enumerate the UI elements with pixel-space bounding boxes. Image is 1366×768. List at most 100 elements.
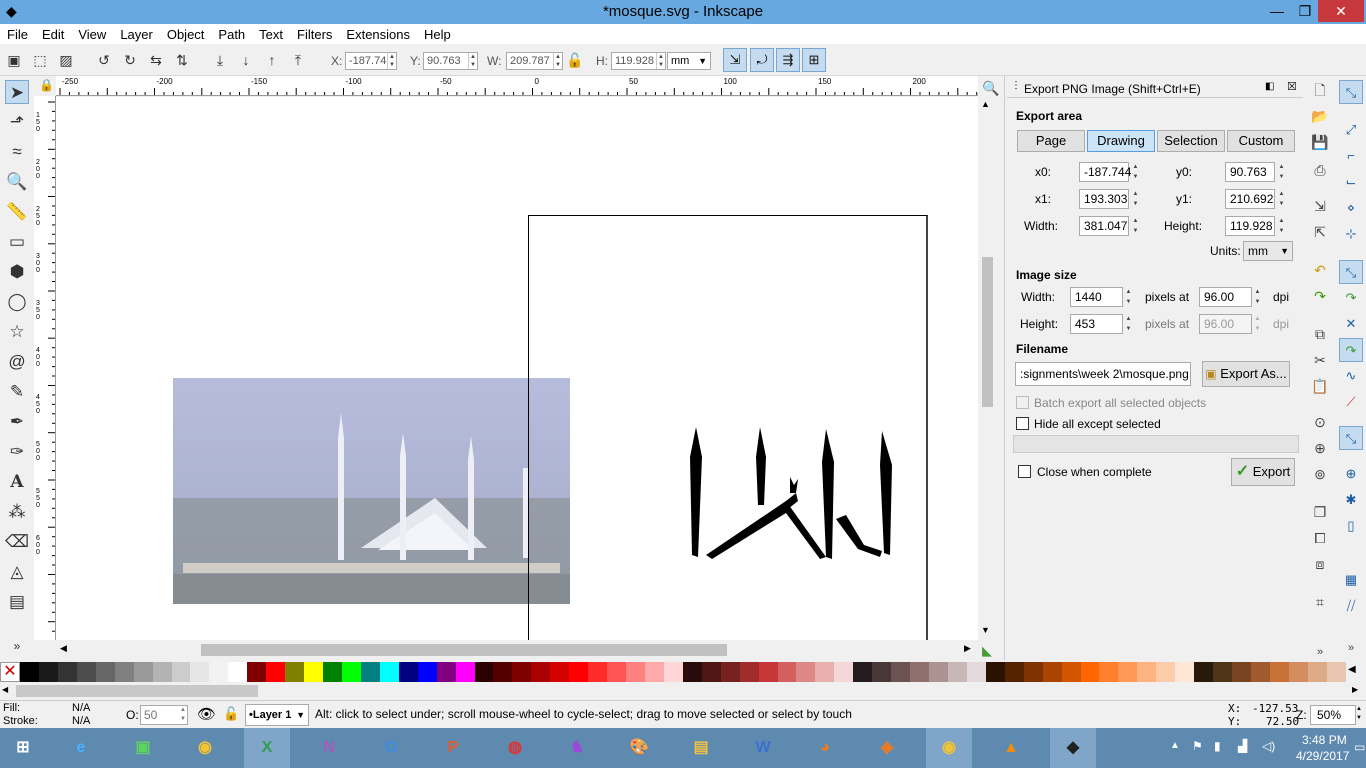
- tweak-tool-icon[interactable]: ≈: [5, 140, 29, 164]
- palette-swatch[interactable]: [1061, 662, 1081, 682]
- palette-swatch[interactable]: [1232, 662, 1251, 682]
- snap-page-icon[interactable]: ▦: [1339, 568, 1363, 592]
- palette-swatch[interactable]: [626, 662, 645, 682]
- palette-swatch[interactable]: [474, 662, 494, 682]
- snap-midpoint-icon[interactable]: ⟋: [1339, 390, 1363, 414]
- copy-icon[interactable]: ⧉: [1310, 324, 1330, 344]
- palette-swatch[interactable]: [739, 662, 759, 682]
- selector-tool-icon[interactable]: ➤: [5, 80, 29, 104]
- image-height-input[interactable]: 453: [1070, 314, 1123, 334]
- scroll-up-icon[interactable]: ▲: [981, 99, 990, 109]
- eraser-tool-icon[interactable]: ⌫: [5, 530, 29, 554]
- palette-swatch[interactable]: [133, 662, 153, 682]
- tray-volume-icon[interactable]: ◁): [1262, 739, 1275, 753]
- menu-view[interactable]: View: [71, 27, 113, 42]
- import-icon[interactable]: ⇲: [1310, 196, 1330, 216]
- palette-swatch[interactable]: [588, 662, 608, 682]
- scroll-right-icon[interactable]: ▶: [964, 643, 971, 654]
- chrome-icon[interactable]: ◉: [182, 728, 228, 768]
- scroll-down-icon[interactable]: ▼: [981, 625, 990, 635]
- no-paint-swatch[interactable]: ✕: [0, 662, 20, 682]
- snap-bbox-midpoint-icon[interactable]: ⋄: [1339, 196, 1363, 220]
- paint-bucket-tool-icon[interactable]: ◬: [5, 560, 29, 584]
- lower-to-bottom-icon[interactable]: ⤓: [210, 50, 230, 70]
- palette-swatch[interactable]: [796, 662, 816, 682]
- palette-swatch[interactable]: [947, 662, 967, 682]
- snap-rotation-center-icon[interactable]: ✱: [1339, 488, 1363, 512]
- dialog-close-icon[interactable]: ☒: [1287, 80, 1297, 93]
- flip-horizontal-icon[interactable]: ⇆: [146, 50, 166, 70]
- deselect-icon[interactable]: ▨: [56, 50, 76, 70]
- area-drawing-button[interactable]: Drawing: [1087, 130, 1155, 152]
- palette-swatch[interactable]: [853, 662, 873, 682]
- snap-others-icon[interactable]: ⤡: [1339, 426, 1363, 450]
- opacity-spin[interactable]: ▲ ▼: [180, 706, 186, 724]
- print-icon[interactable]: ⎙: [1310, 160, 1330, 180]
- palette-swatch[interactable]: [95, 662, 115, 682]
- zoom-drawing-icon[interactable]: ⊕: [1310, 438, 1330, 458]
- ellipse-tool-icon[interactable]: ◯: [5, 290, 29, 314]
- clock-date[interactable]: 4/29/2017: [1296, 749, 1349, 763]
- select-all-icon[interactable]: ▣: [4, 50, 24, 70]
- star-tool-icon[interactable]: ☆: [5, 320, 29, 344]
- flip-vertical-icon[interactable]: ⇅: [172, 50, 192, 70]
- palette-swatch[interactable]: [1288, 662, 1308, 682]
- y-input[interactable]: 90.763 ▲ ▼: [423, 52, 478, 70]
- dock-grip-icon[interactable]: ⋮: [1011, 80, 1021, 91]
- 3d-box-tool-icon[interactable]: ⬢: [5, 260, 29, 284]
- excel-icon[interactable]: X: [244, 728, 290, 768]
- area-height-input[interactable]: 119.928: [1225, 216, 1275, 236]
- toolbox-overflow-icon[interactable]: »: [5, 634, 29, 658]
- firefox-icon[interactable]: ◕: [802, 728, 848, 768]
- app-purple-icon[interactable]: ♞: [554, 728, 600, 768]
- menu-edit[interactable]: Edit: [35, 27, 71, 42]
- palette-swatch[interactable]: [720, 662, 740, 682]
- pencil-tool-icon[interactable]: ✎: [5, 380, 29, 404]
- palette-swatch[interactable]: [1080, 662, 1100, 682]
- palette-swatch[interactable]: [1156, 662, 1176, 682]
- palette-swatch[interactable]: [285, 662, 305, 682]
- menu-path[interactable]: Path: [211, 27, 252, 42]
- palette-swatch[interactable]: [872, 662, 892, 682]
- batch-export-checkbox[interactable]: [1016, 396, 1029, 409]
- save-icon[interactable]: 💾: [1310, 132, 1330, 152]
- palette-menu-icon[interactable]: ◀: [1348, 664, 1356, 675]
- palette-swatch[interactable]: [1004, 662, 1024, 682]
- x1-input[interactable]: 193.303: [1079, 189, 1129, 209]
- color-palette[interactable]: [20, 662, 1346, 682]
- tray-network-icon[interactable]: ▟: [1238, 739, 1247, 753]
- menu-object[interactable]: Object: [160, 27, 212, 42]
- scroll-left-icon[interactable]: ◀: [60, 643, 67, 654]
- palette-swatch[interactable]: [76, 662, 96, 682]
- palette-swatch[interactable]: [304, 662, 323, 682]
- raise-to-top-icon[interactable]: ⤒: [288, 50, 308, 70]
- zoom-selection-icon[interactable]: ⊙: [1310, 412, 1330, 432]
- duplicate-icon[interactable]: ❐: [1310, 502, 1330, 522]
- palette-swatch[interactable]: [228, 662, 248, 682]
- palette-swatch[interactable]: [247, 662, 267, 682]
- rectangle-tool-icon[interactable]: ▭: [5, 230, 29, 254]
- palette-swatch[interactable]: [985, 662, 1005, 682]
- clock-time[interactable]: 3:48 PM: [1302, 733, 1347, 747]
- unlink-clone-icon[interactable]: ⧈: [1310, 554, 1330, 574]
- redo-icon[interactable]: ↷: [1310, 286, 1330, 306]
- layer-select[interactable]: •Layer 1 ▼: [245, 704, 309, 726]
- toggle-lock-icon[interactable]: 🔓: [223, 706, 239, 722]
- lower-icon[interactable]: ↓: [236, 50, 256, 70]
- palette-swatch[interactable]: [1099, 662, 1119, 682]
- palette-swatch[interactable]: [663, 662, 683, 682]
- palette-swatch[interactable]: [1326, 662, 1346, 682]
- transform-gradients-icon[interactable]: ⇶: [776, 48, 800, 72]
- palette-swatch[interactable]: [682, 662, 702, 682]
- palette-swatch[interactable]: [569, 662, 589, 682]
- palette-swatch[interactable]: [1175, 662, 1195, 682]
- palette-swatch[interactable]: [20, 662, 39, 682]
- x-spin-arrows[interactable]: ▲ ▼: [387, 53, 396, 69]
- snap-smooth-icon[interactable]: ∿: [1339, 364, 1363, 388]
- store-icon[interactable]: ▣: [120, 728, 166, 768]
- snap-intersection-icon[interactable]: ✕: [1339, 312, 1363, 336]
- snap-bbox-edge-icon[interactable]: ⌐: [1339, 144, 1363, 168]
- palette-swatch[interactable]: [1118, 662, 1138, 682]
- horizontal-ruler[interactable]: -250-200-150-100-50050100150200250: [56, 76, 978, 96]
- spiral-tool-icon[interactable]: @: [5, 350, 29, 374]
